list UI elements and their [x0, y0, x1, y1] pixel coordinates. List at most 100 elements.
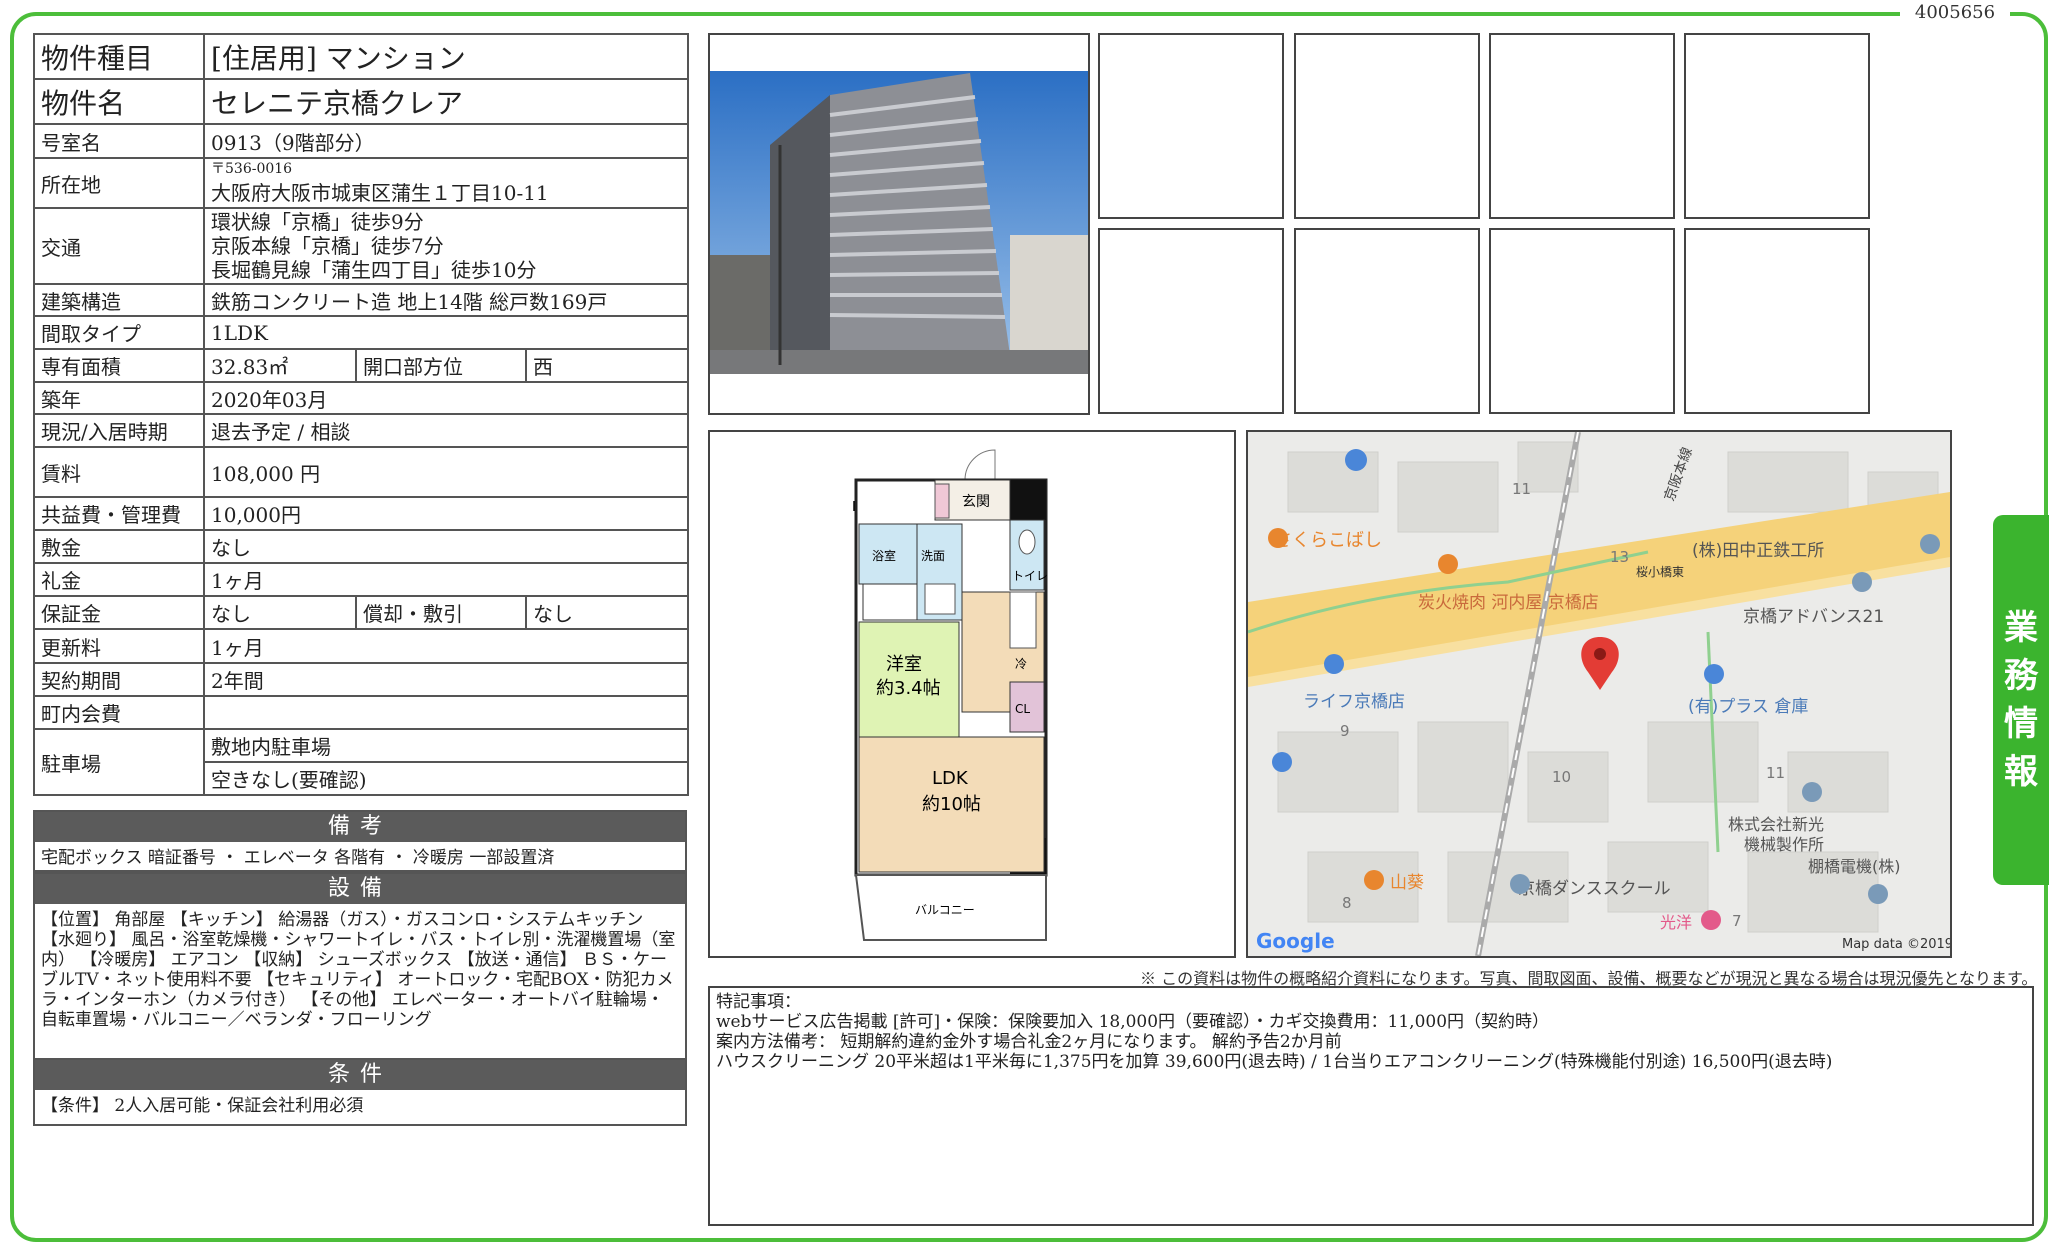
shop-pin-icon [1345, 449, 1367, 471]
toilet-label: トイレ [1012, 569, 1048, 583]
transport-line: 京阪本線「京橋」徒歩7分 [211, 234, 444, 258]
type-label: 物件種目 [33, 33, 205, 80]
rent-label: 賃料 [33, 446, 205, 498]
map-number: 11 [1512, 480, 1531, 498]
map-number: 13 [1610, 548, 1629, 566]
photo-slot [1294, 33, 1480, 219]
structure-label: 建築構造 [33, 283, 205, 317]
tab-char: 務 [2004, 656, 2038, 696]
layout-value: 1LDK [202, 315, 690, 350]
key-money-label: 礼金 [33, 562, 205, 597]
document-number: 4005656 [1900, 0, 2010, 24]
transport-line: 環状線「京橋」徒歩9分 [211, 210, 424, 234]
name-label: 物件名 [33, 78, 205, 125]
genkan-label: 玄関 [962, 493, 990, 510]
building-photo-frame [708, 33, 1090, 415]
closet-label: CL [1015, 702, 1030, 716]
photo-slot [1294, 228, 1480, 414]
address-label: 所在地 [33, 157, 205, 209]
special-note-line: ハウスクリーニング 20平米超は1平米毎に1,375円を加算 39,600円(退… [716, 1052, 1833, 1072]
name-value: セレニテ京橋クレア [202, 78, 690, 125]
type-value: [住居用] マンション [202, 33, 690, 80]
deposit-value: なし [202, 529, 690, 564]
shop-pin-icon [1704, 664, 1724, 684]
washroom-label: 洗面 [921, 549, 945, 563]
map-label: 機械製作所 [1744, 835, 1824, 854]
layout-label: 間取タイプ [33, 315, 205, 350]
conditions-body: 【条件】 2人入居可能・保証会社利用必須 [41, 1096, 364, 1116]
parking-availability: 空きなし(要確認) [202, 761, 690, 796]
map-label: 棚橋電機(株) [1808, 857, 1901, 876]
park-pin-icon [1268, 528, 1288, 548]
map-label: 株式会社新光 [1728, 815, 1824, 834]
floorplan-diagram: N 玄関 浴室 洗面 トイレ 冷 CL 洋室 約3.4帖 LDK [852, 449, 1048, 941]
place-pin-icon [1852, 572, 1872, 592]
map-number: 9 [1340, 722, 1350, 740]
built-value: 2020年03月 [202, 381, 690, 415]
map-frame: さくらこばし 炭火焼肉 河内屋 京橋店 (株)田中正鉄工所 京橋アドバンス21 … [1246, 430, 1952, 958]
transport-label: 交通 [33, 207, 205, 285]
shop-pin-icon [1324, 654, 1344, 674]
facilities-body: 【位置】 角部屋 【キッチン】 給湯器（ガス）・ガスコンロ・システムキッチン 【… [41, 910, 676, 1030]
photo-slot [1489, 228, 1675, 414]
photo-slot [1684, 33, 1870, 219]
photo-slot [1684, 228, 1870, 414]
remarks-body: 宅配ボックス 暗証番号 ・ エレベータ 各階有 ・ 冷暖房 一部設置済 [41, 848, 555, 868]
map-label: (株)田中正鉄工所 [1692, 541, 1824, 561]
deposit-label: 敷金 [33, 529, 205, 564]
transport-cell: 環状線「京橋」徒歩9分 京阪本線「京橋」徒歩7分 長堀鶴見線「蒲生四丁目」徒歩1… [202, 207, 690, 285]
remarks-section: 備考 宅配ボックス 暗証番号 ・ エレベータ 各階有 ・ 冷暖房 一部設置済 [33, 810, 687, 872]
photo-slot [1098, 33, 1284, 219]
conditions-section: 条件 【条件】 2人入居可能・保証会社利用必須 [33, 1058, 687, 1126]
balcony-label: バルコニー [915, 903, 975, 917]
special-notes-box: 特記事項： webサービス広告掲載 [許可]・保険：保険要加入 18,000円（… [708, 986, 2034, 1226]
guarantee-label: 保証金 [33, 595, 205, 630]
map-label: 光洋 [1660, 913, 1692, 932]
town-fee-label: 町内会費 [33, 695, 205, 730]
conditions-title: 条件 [35, 1060, 685, 1090]
restaurant-pin-icon [1438, 554, 1458, 574]
google-logo: Google [1256, 929, 1335, 953]
business-info-tab[interactable]: 業 務 情 報 [1993, 515, 2049, 885]
address-cell: 〒536-0016 大阪府大阪市城東区蒲生１丁目10-11 [202, 157, 690, 209]
property-info-table: 物件種目 [住居用] マンション 物件名 セレニテ京橋クレア 号室名 0913（9階部… [33, 33, 690, 796]
renewal-value: 1ヶ月 [202, 628, 690, 664]
status-label: 現況/入居時期 [33, 413, 205, 448]
rent-value: 108,000 円 [202, 446, 690, 498]
structure-value: 鉄筋コンクリート造 地上14階 総戸数169戸 [202, 283, 690, 317]
photo-slot [1489, 33, 1675, 219]
transport-line: 長堀鶴見線「蒲生四丁目」徒歩10分 [211, 258, 537, 282]
map-label: 桜小橋東 [1636, 565, 1684, 579]
room-label: 号室名 [33, 123, 205, 159]
map-label: 京橋ダンススクール [1518, 879, 1671, 899]
ldk-size: 約10帖 [922, 794, 981, 815]
tab-char: 情 [2004, 704, 2038, 744]
location-map: さくらこばし 炭火焼肉 河内屋 京橋店 (株)田中正鉄工所 京橋アドバンス21 … [1248, 432, 1950, 956]
room-value: 0913（9階部分） [202, 123, 690, 159]
fridge-label: 冷 [1015, 657, 1027, 671]
map-number: 11 [1766, 764, 1785, 782]
parking-value: 敷地内駐車場 [202, 728, 690, 763]
floorplan-frame: N 玄関 浴室 洗面 トイレ 冷 CL 洋室 約3.4帖 LDK [708, 430, 1236, 958]
amort-value: なし [524, 595, 690, 630]
place-pin-icon [1802, 782, 1822, 802]
place-pin-icon [1868, 884, 1888, 904]
key-money-value: 1ヶ月 [202, 562, 690, 597]
fee-value: 10,000円 [202, 496, 690, 531]
western-room-label: 洋室 [886, 654, 922, 675]
western-room-size: 約3.4帖 [876, 678, 941, 699]
map-number: 7 [1732, 912, 1742, 930]
map-credit: Map data ©2019 [1842, 937, 1950, 952]
map-label: 京橋アドバンス21 [1743, 607, 1884, 627]
amort-label: 償却・敷引 [355, 595, 527, 630]
building-photo [710, 71, 1088, 374]
ldk-label: LDK [932, 768, 969, 789]
parking-label: 駐車場 [33, 728, 205, 796]
term-value: 2年間 [202, 662, 690, 697]
facilities-section: 設備 【位置】 角部屋 【キッチン】 給湯器（ガス）・ガスコンロ・システムキッチ… [33, 872, 687, 1068]
status-value: 退去予定 / 相談 [202, 413, 690, 448]
map-label: (有)プラス 倉庫 [1688, 697, 1808, 717]
zip-code: 〒536-0016 [211, 160, 293, 177]
bath-label: 浴室 [872, 548, 896, 563]
facilities-title: 設備 [35, 874, 685, 904]
